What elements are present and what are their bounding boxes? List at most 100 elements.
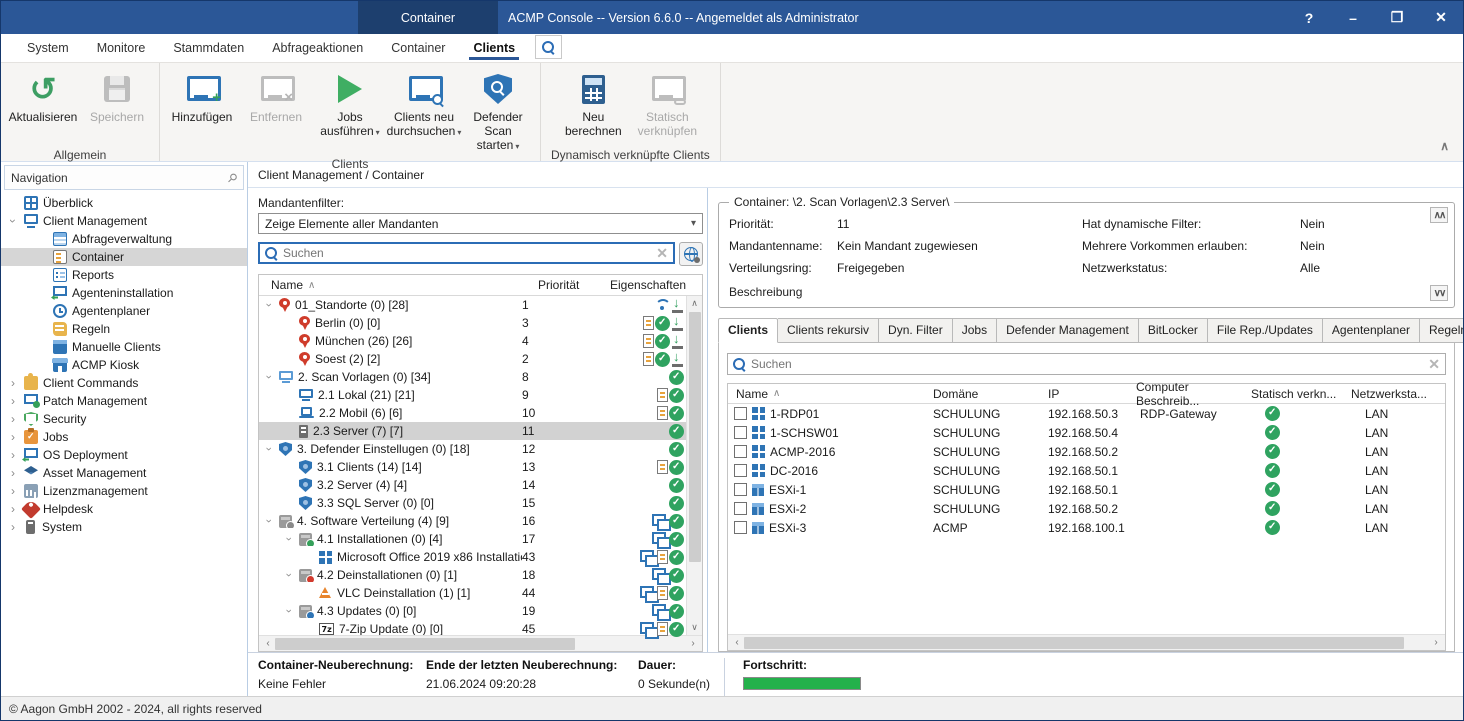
tree-row[interactable]: ›4.3 Updates (0) [0]19 (259, 602, 686, 620)
sidebar-item-container[interactable]: Container (1, 248, 247, 266)
tab-bitlocker[interactable]: BitLocker (1139, 318, 1208, 343)
tree-row[interactable]: 3.2 Server (4) [4]14 (259, 476, 686, 494)
ribbon-collapse-icon[interactable]: ∧ (1440, 139, 1449, 153)
client-row[interactable]: ESXi-3ACMP192.168.100.1LAN (728, 518, 1445, 537)
checkbox[interactable] (734, 483, 747, 496)
mandant-filter-select[interactable]: Zeige Elemente aller Mandanten ▾ (258, 213, 703, 234)
help-button[interactable]: ? (1287, 1, 1331, 34)
tree-row[interactable]: Berlin (0) [0]3 (259, 314, 686, 332)
menu-item-clients[interactable]: Clients (459, 34, 529, 62)
checkbox[interactable] (734, 445, 747, 458)
jobs-button[interactable]: Jobsausführen▾ (314, 67, 386, 145)
sidebar-item-system[interactable]: ›System (1, 518, 247, 536)
tree-row[interactable]: 2.2 Mobil (6) [6]10 (259, 404, 686, 422)
tree-column-name[interactable]: Name ∧ (259, 275, 538, 295)
aktualisieren-button[interactable]: ↺Aktualisieren (7, 67, 79, 145)
menu-item-system[interactable]: System (13, 34, 83, 62)
tab-regeln[interactable]: Regeln (1420, 318, 1464, 343)
col-domain[interactable]: Domäne (933, 387, 1048, 401)
tree-row[interactable]: 3.3 SQL Server (0) [0]15 (259, 494, 686, 512)
tree-row[interactable]: ›4. Software Verteilung (4) [9]16 (259, 512, 686, 530)
sidebar-item-regeln[interactable]: Regeln (1, 320, 247, 338)
chevron-expanded-icon[interactable]: › (263, 444, 275, 455)
scroll-down-icon[interactable]: ∨ (691, 620, 698, 635)
collapse-info-button[interactable]: ∧∧ (1430, 207, 1448, 223)
checkbox[interactable] (734, 521, 747, 534)
chevron-collapsed-icon[interactable]: › (7, 466, 19, 480)
chevron-collapsed-icon[interactable]: › (7, 502, 19, 516)
tree-row[interactable]: ›2. Scan Vorlagen (0) [34]8 (259, 368, 686, 386)
tab-clients-rekursiv[interactable]: Clients rekursiv (778, 318, 879, 343)
minimize-button[interactable]: – (1331, 1, 1375, 34)
global-search-button[interactable] (679, 242, 703, 266)
col-name[interactable]: Name ∧ (728, 387, 933, 401)
sidebar-item-reports[interactable]: Reports (1, 266, 247, 284)
tree-search-input[interactable] (283, 246, 651, 260)
tab-file-rep-updates[interactable]: File Rep./Updates (1208, 318, 1323, 343)
chevron-collapsed-icon[interactable]: › (7, 448, 19, 462)
client-row[interactable]: ESXi-1SCHULUNG192.168.50.1LAN (728, 480, 1445, 499)
checkbox[interactable] (734, 426, 747, 439)
tab-clients[interactable]: Clients (718, 318, 778, 343)
menu-item-stammdaten[interactable]: Stammdaten (159, 34, 258, 62)
scroll-up-icon[interactable]: ∧ (691, 296, 698, 311)
titlebar-context-tab[interactable]: Container (358, 1, 498, 34)
col-static[interactable]: Statisch verkn... (1251, 387, 1351, 401)
client-row[interactable]: DC-2016SCHULUNG192.168.50.1LAN (728, 461, 1445, 480)
tree-horizontal-scrollbar[interactable]: ‹ › (259, 635, 702, 651)
chevron-expanded-icon[interactable]: › (283, 534, 295, 545)
clients-neu-button[interactable]: Clients neudurchsuchen▾ (388, 67, 460, 145)
sidebar-item-jobs[interactable]: ›Jobs (1, 428, 247, 446)
client-row[interactable]: 1-RDP01SCHULUNG192.168.50.3RDP-GatewayLA… (728, 404, 1445, 423)
sidebar-item-client-management[interactable]: ›Client Management (1, 212, 247, 230)
chevron-collapsed-icon[interactable]: › (7, 412, 19, 426)
scrollbar-thumb[interactable] (275, 638, 575, 650)
tree-row[interactable]: ›3. Defender Einstellugen (0) [18]12 (259, 440, 686, 458)
tree-row[interactable]: München (26) [26]4 (259, 332, 686, 350)
chevron-collapsed-icon[interactable]: › (7, 430, 19, 444)
tree-row[interactable]: ›01_Standorte (0) [28]1 (259, 296, 686, 314)
scroll-right-icon[interactable]: › (1429, 637, 1443, 648)
scroll-left-icon[interactable]: ‹ (261, 638, 275, 649)
chevron-collapsed-icon[interactable]: › (7, 520, 19, 534)
clients-horizontal-scrollbar[interactable]: ‹ › (728, 634, 1445, 650)
sidebar-item-asset-management[interactable]: ›Asset Management (1, 464, 247, 482)
tab-agentenplaner[interactable]: Agentenplaner (1323, 318, 1420, 343)
chevron-expanded-icon[interactable]: › (263, 300, 275, 311)
neu-button[interactable]: Neuberechnen (557, 67, 629, 145)
close-button[interactable]: ✕ (1419, 1, 1463, 34)
checkbox[interactable] (734, 407, 747, 420)
sidebar-item--berblick[interactable]: Überblick (1, 194, 247, 212)
client-row[interactable]: ESXi-2SCHULUNG192.168.50.2LAN (728, 499, 1445, 518)
chevron-expanded-icon[interactable]: › (263, 516, 275, 527)
hinzuf-gen-button[interactable]: +Hinzufügen (166, 67, 238, 145)
scroll-left-icon[interactable]: ‹ (730, 637, 744, 648)
col-ip[interactable]: IP (1048, 387, 1136, 401)
scroll-right-icon[interactable]: › (686, 638, 700, 649)
tree-row[interactable]: Soest (2) [2]2 (259, 350, 686, 368)
tab-dyn-filter[interactable]: Dyn. Filter (879, 318, 953, 343)
chevron-collapsed-icon[interactable]: › (7, 484, 19, 498)
chevron-expanded-icon[interactable]: › (263, 372, 275, 383)
client-row[interactable]: ACMP-2016SCHULUNG192.168.50.2LAN (728, 442, 1445, 461)
sidebar-item-patch-management[interactable]: ›Patch Management (1, 392, 247, 410)
client-row[interactable]: 1-SCHSW01SCHULUNG192.168.50.4LAN (728, 423, 1445, 442)
sidebar-item-agenteninstallation[interactable]: Agenteninstallation (1, 284, 247, 302)
sidebar-item-abfrageverwaltung[interactable]: Abfrageverwaltung (1, 230, 247, 248)
tree-row[interactable]: 2.1 Lokal (21) [21]9 (259, 386, 686, 404)
tab-jobs[interactable]: Jobs (953, 318, 997, 343)
checkbox[interactable] (734, 464, 747, 477)
scrollbar-thumb[interactable] (744, 637, 1404, 649)
menu-item-container[interactable]: Container (377, 34, 459, 62)
sidebar-item-security[interactable]: ›Security (1, 410, 247, 428)
tree-row[interactable]: Microsoft Office 2019 x86 Installation..… (259, 548, 686, 566)
tree-column-prio[interactable]: Priorität (538, 275, 610, 295)
tree-column-props[interactable]: Eigenschaften (610, 275, 702, 295)
sidebar-item-lizenzmanagement[interactable]: ›Lizenzmanagement (1, 482, 247, 500)
tab-defender-management[interactable]: Defender Management (997, 318, 1139, 343)
sidebar-item-helpdesk[interactable]: ›Helpdesk (1, 500, 247, 518)
sidebar-item-os-deployment[interactable]: ›OS Deployment (1, 446, 247, 464)
tree-row[interactable]: ›4.2 Deinstallationen (0) [1]18 (259, 566, 686, 584)
tree-vertical-scrollbar[interactable]: ∧ ∨ (686, 296, 702, 635)
scrollbar-thumb[interactable] (689, 312, 701, 562)
